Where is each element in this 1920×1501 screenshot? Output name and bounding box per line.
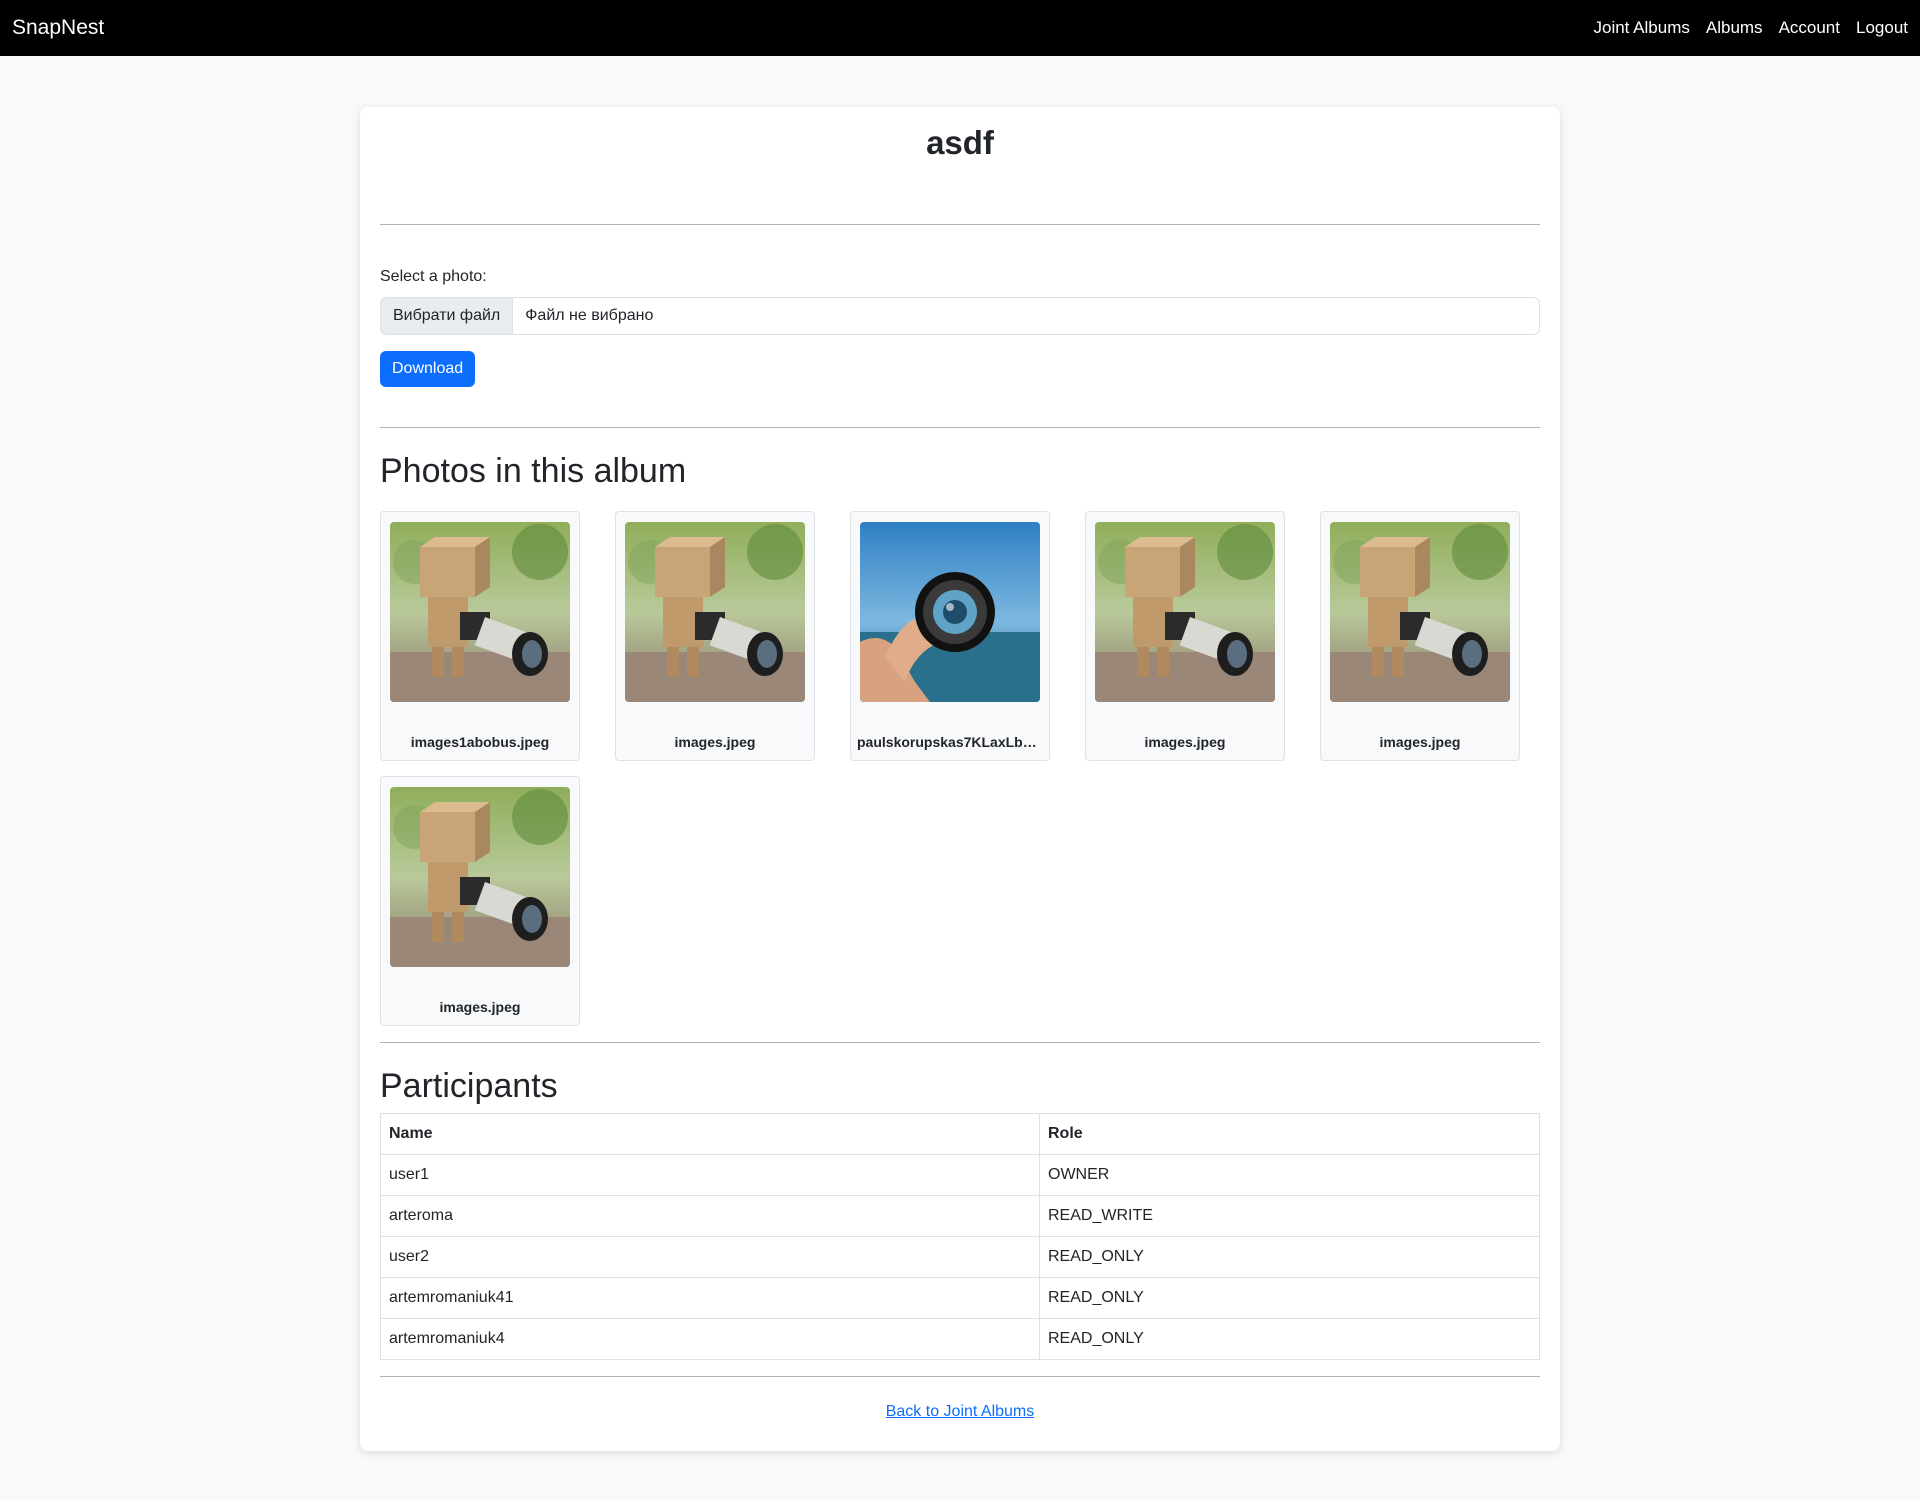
photo-filename: images.jpeg xyxy=(1144,734,1226,750)
cardboard-robot-camera-image xyxy=(625,522,805,702)
photo-filename: images.jpeg xyxy=(1379,734,1461,750)
cardboard-robot-camera-image xyxy=(390,787,570,967)
participant-name: arteroma xyxy=(380,1195,1040,1237)
nav-links: Joint Albums Albums Account Logout xyxy=(1593,18,1908,38)
choose-file-button[interactable]: Вибрати файл xyxy=(381,298,514,334)
participant-name: artemromaniuk4 xyxy=(380,1318,1040,1360)
divider xyxy=(380,1042,1540,1043)
photo-filename: images.jpeg xyxy=(674,734,756,750)
column-header-name: Name xyxy=(380,1113,1040,1155)
album-content: asdf Select a photo: Вибрати файл Файл н… xyxy=(360,0,1560,1501)
hand-holding-lens-image xyxy=(860,522,1040,702)
photo-thumbnail[interactable] xyxy=(625,522,805,702)
participant-role: READ_ONLY xyxy=(1039,1277,1540,1319)
participant-role: OWNER xyxy=(1039,1154,1540,1196)
photo-thumbnail[interactable] xyxy=(860,522,1040,702)
participant-role: READ_ONLY xyxy=(1039,1318,1540,1360)
divider xyxy=(380,224,1540,225)
brand-logo-link[interactable]: SnapNest xyxy=(12,16,104,40)
nav-link-joint-albums[interactable]: Joint Albums xyxy=(1593,18,1689,38)
participant-name: user1 xyxy=(380,1154,1040,1196)
table-row: arteroma READ_WRITE xyxy=(380,1195,1540,1237)
photo-select-label: Select a photo: xyxy=(380,268,487,285)
photo-card[interactable]: images.jpeg xyxy=(380,776,580,1026)
photo-thumbnail[interactable] xyxy=(1330,522,1510,702)
table-header-row: Name Role xyxy=(380,1113,1540,1155)
participant-name: user2 xyxy=(380,1236,1040,1278)
file-status-text: Файл не вибрано xyxy=(525,307,654,324)
nav-link-logout[interactable]: Logout xyxy=(1856,18,1908,38)
photo-card[interactable]: images1abobus.jpeg xyxy=(380,511,580,761)
photo-filename: images.jpeg xyxy=(439,999,521,1015)
table-row: artemromaniuk41 READ_ONLY xyxy=(380,1277,1540,1319)
nav-link-albums[interactable]: Albums xyxy=(1706,18,1763,38)
photo-thumbnail[interactable] xyxy=(390,522,570,702)
download-button[interactable]: Download xyxy=(380,351,476,387)
album-title: asdf xyxy=(926,124,994,161)
column-header-role: Role xyxy=(1039,1113,1540,1155)
divider xyxy=(380,427,1540,428)
photo-thumbnail[interactable] xyxy=(390,787,570,967)
participants-table: Name Role user1 OWNER arteroma READ_WRIT… xyxy=(380,1113,1540,1360)
photos-heading: Photos in this album xyxy=(380,452,687,490)
participant-name: artemromaniuk41 xyxy=(380,1277,1040,1319)
cardboard-robot-camera-image xyxy=(1330,522,1510,702)
photo-card[interactable]: paulskorupskas7KLaxLbS... xyxy=(850,511,1050,761)
table-row: user1 OWNER xyxy=(380,1154,1540,1196)
participants-heading: Participants xyxy=(380,1067,558,1105)
participant-role: READ_WRITE xyxy=(1039,1195,1540,1237)
table-row: user2 READ_ONLY xyxy=(380,1236,1540,1278)
table-row: artemromaniuk4 READ_ONLY xyxy=(380,1318,1540,1360)
photo-filename: images1abobus.jpeg xyxy=(410,734,550,750)
photo-card[interactable]: images.jpeg xyxy=(1320,511,1520,761)
photo-card[interactable]: images.jpeg xyxy=(615,511,815,761)
photo-file-input[interactable]: Вибрати файл Файл не вибрано xyxy=(380,297,1540,335)
cardboard-robot-camera-image xyxy=(390,522,570,702)
cardboard-robot-camera-image xyxy=(1095,522,1275,702)
divider xyxy=(380,1376,1540,1377)
photo-filename: paulskorupskas7KLaxLbS... xyxy=(857,734,1043,750)
nav-link-account[interactable]: Account xyxy=(1779,18,1840,38)
participant-role: READ_ONLY xyxy=(1039,1236,1540,1278)
photo-card[interactable]: images.jpeg xyxy=(1085,511,1285,761)
back-to-joint-albums-link[interactable]: Back to Joint Albums xyxy=(360,1403,1560,1421)
photo-thumbnail[interactable] xyxy=(1095,522,1275,702)
